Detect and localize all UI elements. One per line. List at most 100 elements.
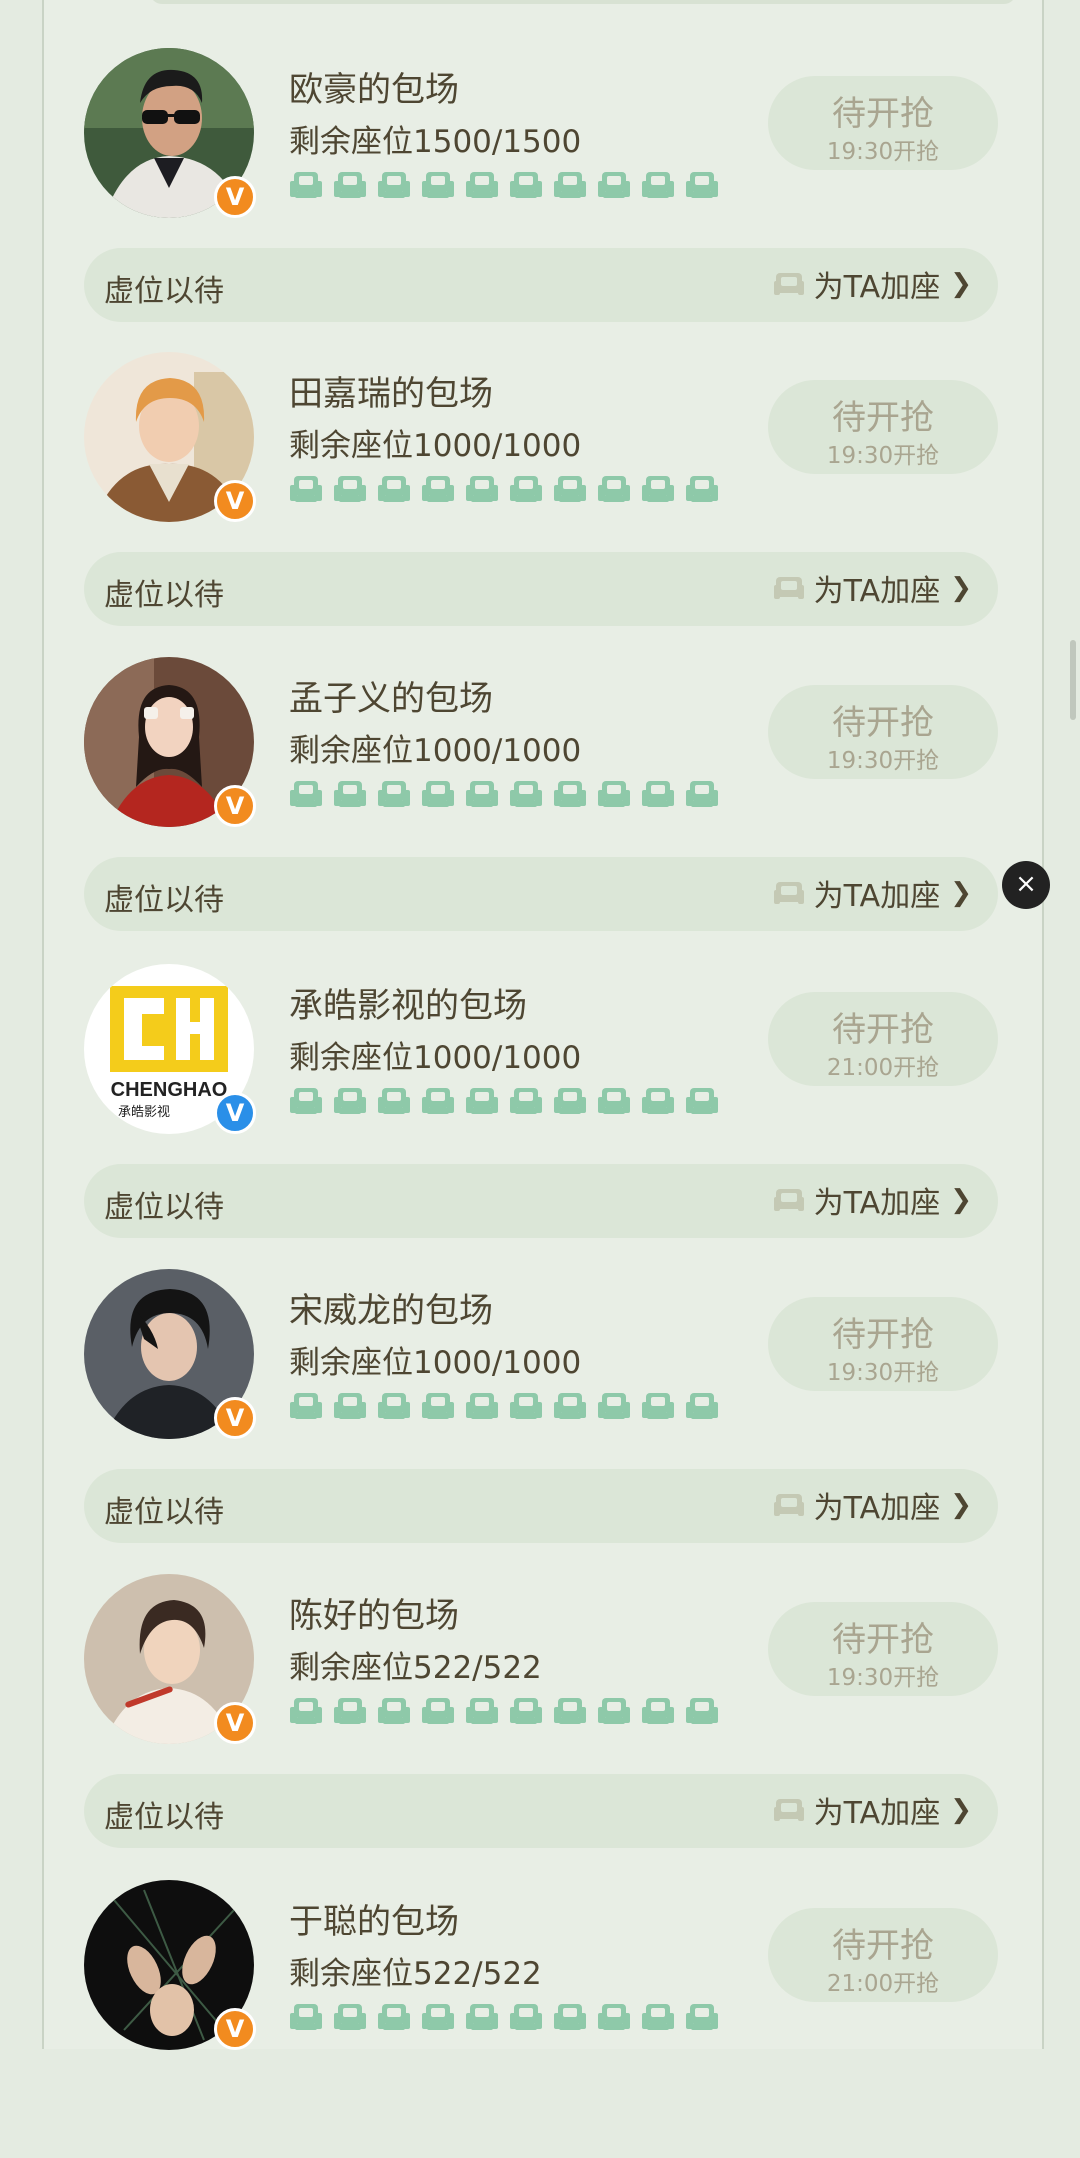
verified-badge: V	[214, 1092, 256, 1134]
add-seat-label: 为TA加座	[813, 574, 941, 609]
seat-icon	[334, 1698, 366, 1724]
grab-ticket-button[interactable]: 待开抢 19:30开抢	[768, 76, 998, 170]
grab-status: 待开抢	[832, 1926, 934, 1966]
seat-icon	[378, 1393, 410, 1419]
remaining-seats: 剩余座位1000/1000	[289, 1040, 582, 1076]
chevron-right-icon: ❯	[950, 1185, 972, 1215]
sofa-icon	[773, 577, 804, 599]
seat-icon	[378, 172, 410, 198]
vacancy-label: 虚位以待	[104, 883, 224, 918]
screening-title: 承皓影视的包场	[289, 986, 527, 1026]
add-seat-link[interactable]: 为TA加座 ❯	[772, 1790, 972, 1831]
seat-icon	[334, 2004, 366, 2030]
verified-badge: V	[214, 176, 256, 218]
seat-icon	[334, 1088, 366, 1114]
seat-icon	[466, 1088, 498, 1114]
seat-icon	[642, 1698, 674, 1724]
add-seat-bar[interactable]: 虚位以待 为TA加座 ❯	[84, 1469, 998, 1543]
screening-card: V 孟子义的包场 剩余座位1000/1000 待开抢 19:30开抢 虚位以待 …	[84, 645, 999, 935]
seat-icon	[642, 781, 674, 807]
screening-card: V 田嘉瑞的包场 剩余座位1000/1000 待开抢 19:30开抢 虚位以待 …	[84, 340, 999, 630]
screening-card: V 于聪的包场 剩余座位522/522 待开抢 21:00开抢	[84, 1868, 999, 2158]
scrollbar-thumb[interactable]	[1070, 640, 1076, 720]
chevron-right-icon: ❯	[950, 573, 972, 603]
grab-time: 19:30开抢	[826, 139, 940, 165]
chevron-right-icon: ❯	[950, 1795, 972, 1825]
seat-icon	[466, 1393, 498, 1419]
seat-icon	[598, 781, 630, 807]
seat-icon	[642, 172, 674, 198]
seat-icon	[686, 1393, 718, 1419]
verified-badge: V	[214, 1702, 256, 1744]
grab-ticket-button[interactable]: 待开抢 19:30开抢	[768, 1602, 998, 1696]
seat-icon	[510, 476, 542, 502]
grab-ticket-button[interactable]: 待开抢 19:30开抢	[768, 380, 998, 474]
seat-icon	[510, 781, 542, 807]
add-seat-link[interactable]: 为TA加座 ❯	[772, 568, 972, 609]
add-seat-link[interactable]: 为TA加座 ❯	[772, 873, 972, 914]
add-seat-link[interactable]: 为TA加座 ❯	[772, 1180, 972, 1221]
screening-title: 欧豪的包场	[289, 70, 459, 110]
add-seat-bar[interactable]: 虚位以待 为TA加座 ❯	[84, 1774, 998, 1848]
seat-icon	[554, 2004, 586, 2030]
seat-icon	[554, 781, 586, 807]
grab-ticket-button[interactable]: 待开抢 19:30开抢	[768, 685, 998, 779]
remaining-seats: 剩余座位1000/1000	[289, 428, 582, 464]
grab-status: 待开抢	[832, 1620, 934, 1660]
seat-icon	[290, 781, 322, 807]
vacancy-label: 虚位以待	[104, 1190, 224, 1225]
seat-icon	[598, 1088, 630, 1114]
seat-icon	[378, 781, 410, 807]
screening-title: 于聪的包场	[289, 1902, 459, 1942]
seat-icon	[686, 1088, 718, 1114]
seat-icon	[510, 172, 542, 198]
logo-subtext: 承皓影视	[118, 1105, 170, 1120]
verified-badge: V	[214, 785, 256, 827]
seat-icon	[598, 476, 630, 502]
previous-card-edge	[150, 0, 1016, 4]
add-seat-link[interactable]: 为TA加座 ❯	[772, 1485, 972, 1526]
vacancy-label: 虚位以待	[104, 1495, 224, 1530]
add-seat-link[interactable]: 为TA加座 ❯	[772, 264, 972, 305]
seat-icon	[686, 172, 718, 198]
add-seat-label: 为TA加座	[813, 1491, 941, 1526]
grab-time: 21:00开抢	[826, 1055, 940, 1081]
add-seat-bar[interactable]: 虚位以待 为TA加座 ❯	[84, 248, 998, 322]
seat-icon	[510, 1088, 542, 1114]
seat-icon	[598, 172, 630, 198]
seat-icon	[642, 2004, 674, 2030]
add-seat-label: 为TA加座	[813, 270, 941, 305]
sofa-icon	[773, 1799, 804, 1821]
grab-status: 待开抢	[832, 94, 934, 134]
screening-title: 田嘉瑞的包场	[289, 374, 493, 414]
seat-icon	[510, 1393, 542, 1419]
grab-time: 21:00开抢	[826, 1971, 940, 1997]
vacancy-label: 虚位以待	[104, 1800, 224, 1835]
seat-icon	[334, 781, 366, 807]
seat-icon	[554, 1698, 586, 1724]
grab-ticket-button[interactable]: 待开抢 21:00开抢	[768, 1908, 998, 2002]
add-seat-bar[interactable]: 虚位以待 为TA加座 ❯	[84, 857, 998, 931]
grab-ticket-button[interactable]: 待开抢 21:00开抢	[768, 992, 998, 1086]
add-seat-bar[interactable]: 虚位以待 为TA加座 ❯	[84, 552, 998, 626]
grab-time: 19:30开抢	[826, 748, 940, 774]
screening-title: 孟子义的包场	[289, 679, 493, 719]
seat-icon	[686, 2004, 718, 2030]
verified-badge: V	[214, 2008, 256, 2050]
seat-icon	[466, 476, 498, 502]
screening-card: V 欧豪的包场 剩余座位1500/1500 待开抢 19:30开抢 虚位以待 为…	[84, 36, 999, 326]
screening-card: V 陈好的包场 剩余座位522/522 待开抢 19:30开抢 虚位以待 为TA…	[84, 1562, 999, 1852]
close-icon[interactable]: ×	[1002, 861, 1050, 909]
sofa-icon	[773, 882, 804, 904]
seat-icon	[422, 2004, 454, 2030]
grab-time: 19:30开抢	[826, 443, 940, 469]
seat-icon	[290, 1393, 322, 1419]
chevron-right-icon: ❯	[950, 878, 972, 908]
add-seat-bar[interactable]: 虚位以待 为TA加座 ❯	[84, 1164, 998, 1238]
seat-icon	[466, 1698, 498, 1724]
vacancy-label: 虚位以待	[104, 578, 224, 613]
grab-ticket-button[interactable]: 待开抢 19:30开抢	[768, 1297, 998, 1391]
add-seat-label: 为TA加座	[813, 879, 941, 914]
seat-icon	[686, 1698, 718, 1724]
verified-badge: V	[214, 480, 256, 522]
